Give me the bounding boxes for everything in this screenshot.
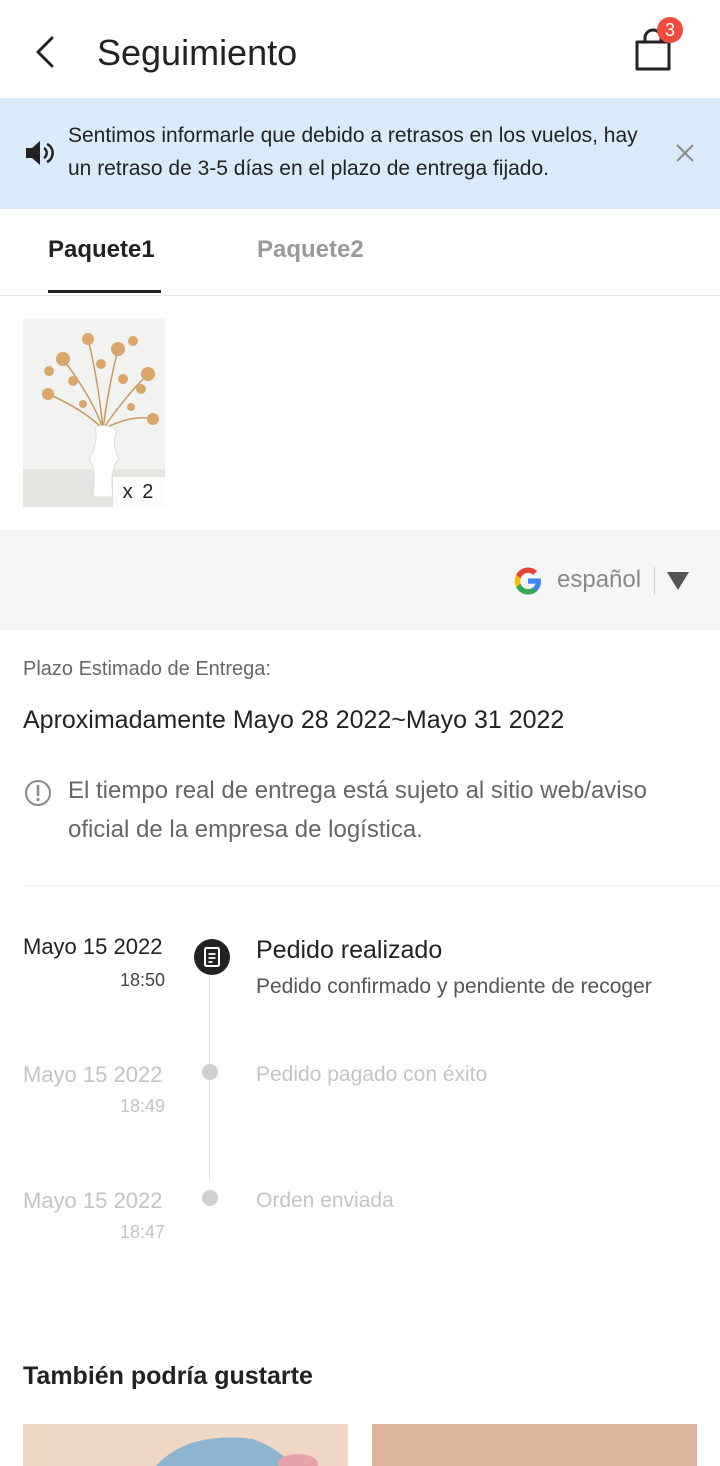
timeline-title: Pedido pagado con éxito: [256, 1063, 488, 1086]
timeline-time: 18:47: [119, 1222, 165, 1242]
google-g-icon: [512, 565, 544, 597]
recommended-product-card[interactable]: [23, 1424, 348, 1466]
document-icon: [204, 947, 220, 967]
section-divider: [23, 885, 720, 886]
page-title: Seguimiento: [97, 32, 298, 73]
chevron-left-icon: [36, 36, 54, 68]
close-icon: [676, 144, 694, 162]
tab-package-2[interactable]: Paquete2: [257, 235, 364, 265]
timeline-date: Mayo 15 2022: [23, 1062, 163, 1087]
cart-count-badge: 3: [657, 17, 683, 43]
order-status-node: [194, 939, 230, 975]
recommendations-title: También podría gustarte: [23, 1362, 313, 1390]
timeline-time: 18:50: [119, 970, 165, 990]
language-dropdown-button[interactable]: [665, 570, 691, 592]
timeline-dot: [202, 1190, 218, 1206]
timeline-date: Mayo 15 2022: [23, 1188, 163, 1213]
back-button[interactable]: [22, 28, 70, 76]
delivery-disclaimer: El tiempo real de entrega está sujeto al…: [68, 777, 647, 843]
close-notice-button[interactable]: [672, 140, 698, 166]
top-app-bar: Seguimiento 3: [0, 0, 720, 98]
delivery-estimate-label: Plazo Estimado de Entrega:: [23, 658, 271, 680]
quantity-label: x 2: [113, 477, 165, 507]
timeline-title: Orden enviada: [256, 1189, 394, 1212]
info-circle-icon: [24, 779, 52, 807]
timeline-dot: [202, 1064, 218, 1080]
package-tabs: Paquete1 Paquete2: [0, 209, 720, 296]
active-tab-indicator: [48, 290, 161, 293]
timeline-description: Pedido confirmado y pendiente de recoger: [256, 975, 652, 998]
recommended-product-card[interactable]: [372, 1424, 697, 1466]
delivery-estimate-value: Aproximadamente Mayo 28 2022~Mayo 31 202…: [23, 706, 565, 734]
notice-text: Sentimos informarle que debido a retraso…: [68, 124, 638, 180]
triangle-down-icon: [667, 572, 689, 590]
tab-package-1[interactable]: Paquete1: [48, 235, 155, 265]
timeline-date: Mayo 15 2022: [23, 934, 163, 959]
timeline-title: Pedido realizado: [256, 936, 443, 964]
speaker-icon: [24, 138, 54, 168]
language-selector-label[interactable]: español: [557, 565, 641, 595]
timeline-time: 18:49: [119, 1096, 165, 1116]
language-divider: [654, 567, 655, 595]
